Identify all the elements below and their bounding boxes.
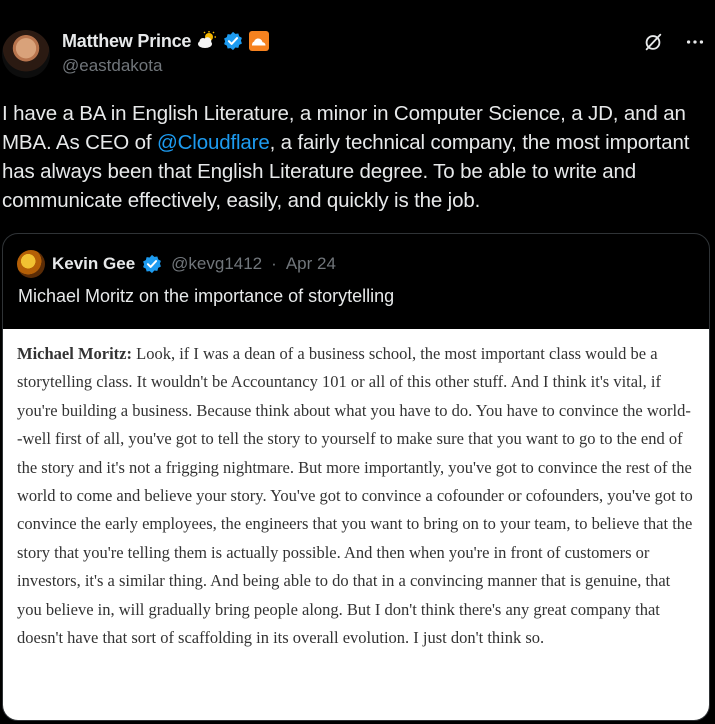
- quoted-author-display-name[interactable]: Kevin Gee: [52, 254, 135, 274]
- quoted-author-handle[interactable]: @kevg1412: [171, 254, 262, 274]
- quoted-post-header: Kevin Gee @kevg1412 · Apr 24: [17, 249, 336, 279]
- transcript-speaker: Michael Moritz:: [17, 344, 132, 363]
- transcript-body: Look, if I was a dean of a business scho…: [17, 344, 693, 648]
- cloudflare-mention-link[interactable]: @Cloudflare: [157, 131, 270, 154]
- quoted-author-avatar[interactable]: [17, 250, 45, 278]
- transcript-text: Michael Moritz: Look, if I was a dean of…: [17, 340, 695, 652]
- weather-partly-cloudy-icon: [197, 31, 217, 51]
- more-options-icon[interactable]: [683, 30, 707, 54]
- author-handle[interactable]: @eastdakota: [62, 56, 162, 76]
- post-text: I have a BA in English Literature, a min…: [2, 99, 708, 215]
- meta-separator: ·: [271, 254, 277, 273]
- author-avatar[interactable]: [2, 30, 50, 78]
- verified-badge-icon[interactable]: [142, 254, 162, 274]
- quoted-post-text: Michael Moritz on the importance of stor…: [18, 286, 395, 306]
- quoted-post-date[interactable]: Apr 24: [286, 254, 336, 274]
- quoted-post-card[interactable]: Kevin Gee @kevg1412 · Apr 24 Michael Mor…: [2, 233, 710, 721]
- post-actions: [641, 30, 707, 54]
- verified-badge-icon[interactable]: [223, 31, 243, 51]
- author-display-name[interactable]: Matthew Prince: [62, 31, 191, 52]
- author-name-row: Matthew Prince: [62, 30, 270, 52]
- post-header: Matthew Prince @eastdakota: [0, 0, 715, 100]
- quoted-post-media-image[interactable]: Michael Moritz: Look, if I was a dean of…: [3, 329, 709, 720]
- grok-icon[interactable]: [641, 30, 665, 54]
- cloudflare-logo-icon[interactable]: [249, 31, 270, 51]
